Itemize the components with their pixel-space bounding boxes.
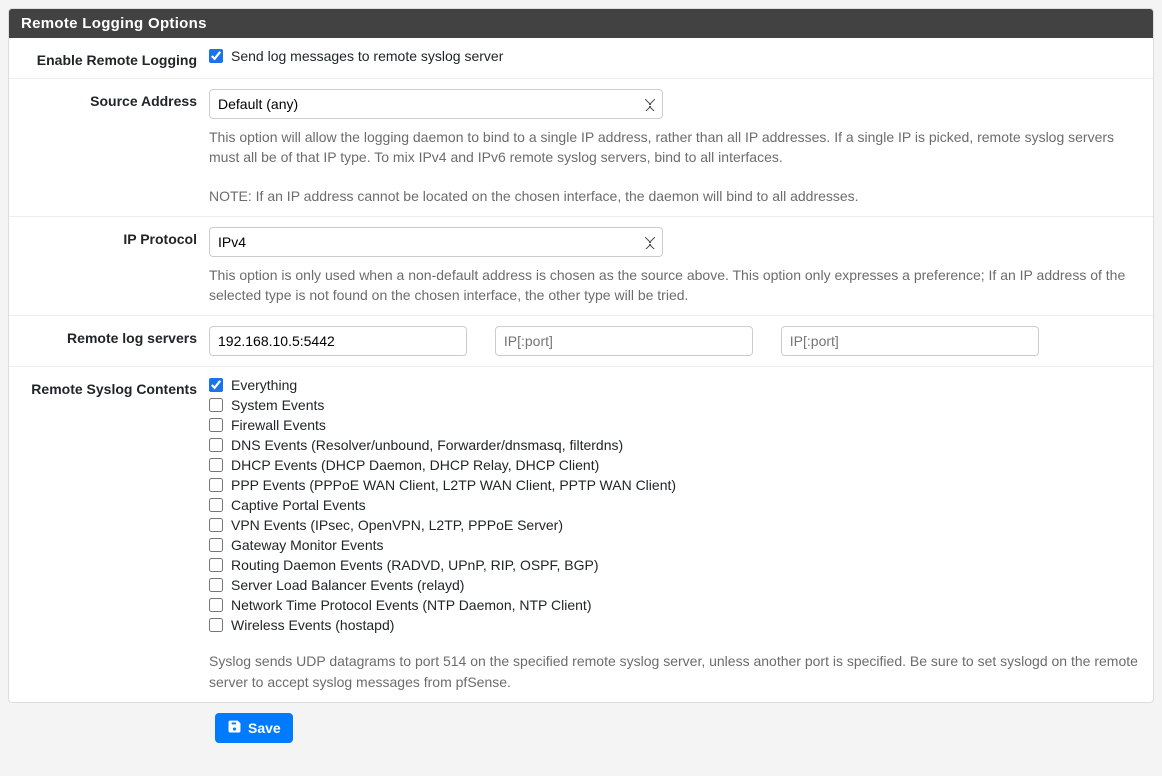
source-address-select[interactable]: Default (any) (209, 89, 663, 119)
row-source-address: Source Address Default (any) This option… (9, 79, 1153, 217)
contents-label: Server Load Balancer Events (relayd) (231, 577, 464, 593)
label-contents: Remote Syslog Contents (9, 377, 209, 692)
contents-item: DHCP Events (DHCP Daemon, DHCP Relay, DH… (209, 457, 1138, 473)
contents-item: Firewall Events (209, 417, 1138, 433)
contents-label: DHCP Events (DHCP Daemon, DHCP Relay, DH… (231, 457, 599, 473)
row-remote-syslog-contents: Remote Syslog Contents Everything System … (9, 367, 1153, 702)
contents-item: Routing Daemon Events (RADVD, UPnP, RIP,… (209, 557, 1138, 573)
ip-protocol-select[interactable]: IPv4 (209, 227, 663, 257)
save-button-label: Save (248, 720, 281, 736)
contents-label: Captive Portal Events (231, 497, 366, 513)
contents-item: Everything (209, 377, 1138, 393)
contents-item: Wireless Events (hostapd) (209, 617, 1138, 633)
contents-checkbox[interactable] (209, 498, 223, 512)
contents-checkbox[interactable] (209, 578, 223, 592)
contents-item: System Events (209, 397, 1138, 413)
contents-label: Firewall Events (231, 417, 326, 433)
contents-checkbox[interactable] (209, 518, 223, 532)
enable-remote-logging-text: Send log messages to remote syslog serve… (231, 48, 503, 64)
label-source: Source Address (9, 89, 209, 206)
contents-label: Everything (231, 377, 297, 393)
label-ipproto: IP Protocol (9, 227, 209, 306)
remote-server-3-input[interactable] (781, 326, 1039, 356)
contents-checkbox[interactable] (209, 538, 223, 552)
contents-label: Gateway Monitor Events (231, 537, 384, 553)
contents-item: Gateway Monitor Events (209, 537, 1138, 553)
contents-label: DNS Events (Resolver/unbound, Forwarder/… (231, 437, 623, 453)
enable-remote-logging-checkbox[interactable] (209, 49, 223, 63)
contents-checkbox[interactable] (209, 398, 223, 412)
label-servers: Remote log servers (9, 326, 209, 356)
source-help-1: This option will allow the logging daemo… (209, 127, 1138, 168)
contents-help: Syslog sends UDP datagrams to port 514 o… (209, 651, 1138, 692)
contents-item: Server Load Balancer Events (relayd) (209, 577, 1138, 593)
contents-checkbox[interactable] (209, 618, 223, 632)
contents-checkbox[interactable] (209, 478, 223, 492)
contents-checkbox[interactable] (209, 418, 223, 432)
contents-label: Wireless Events (hostapd) (231, 617, 394, 633)
remote-logging-panel: Remote Logging Options Enable Remote Log… (8, 8, 1154, 703)
contents-item: PPP Events (PPPoE WAN Client, L2TP WAN C… (209, 477, 1138, 493)
row-ip-protocol: IP Protocol IPv4 This option is only use… (9, 217, 1153, 317)
save-icon (227, 719, 242, 737)
remote-server-1-input[interactable] (209, 326, 467, 356)
contents-item: Captive Portal Events (209, 497, 1138, 513)
panel-title: Remote Logging Options (9, 9, 1153, 38)
contents-checkbox[interactable] (209, 438, 223, 452)
remote-server-2-input[interactable] (495, 326, 753, 356)
save-button[interactable]: Save (215, 713, 293, 743)
row-remote-log-servers: Remote log servers (9, 316, 1153, 367)
contents-label: Network Time Protocol Events (NTP Daemon… (231, 597, 592, 613)
contents-checkbox[interactable] (209, 598, 223, 612)
label-enable: Enable Remote Logging (9, 48, 209, 68)
contents-item: VPN Events (IPsec, OpenVPN, L2TP, PPPoE … (209, 517, 1138, 533)
row-enable-remote-logging: Enable Remote Logging Send log messages … (9, 38, 1153, 79)
contents-checkbox[interactable] (209, 378, 223, 392)
contents-item: Network Time Protocol Events (NTP Daemon… (209, 597, 1138, 613)
contents-label: Routing Daemon Events (RADVD, UPnP, RIP,… (231, 557, 599, 573)
contents-label: System Events (231, 397, 324, 413)
contents-checkbox[interactable] (209, 558, 223, 572)
contents-checkbox[interactable] (209, 458, 223, 472)
source-help-2: NOTE: If an IP address cannot be located… (209, 186, 1138, 206)
contents-label: PPP Events (PPPoE WAN Client, L2TP WAN C… (231, 477, 676, 493)
ipproto-help: This option is only used when a non-defa… (209, 265, 1138, 306)
contents-item: DNS Events (Resolver/unbound, Forwarder/… (209, 437, 1138, 453)
contents-label: VPN Events (IPsec, OpenVPN, L2TP, PPPoE … (231, 517, 563, 533)
